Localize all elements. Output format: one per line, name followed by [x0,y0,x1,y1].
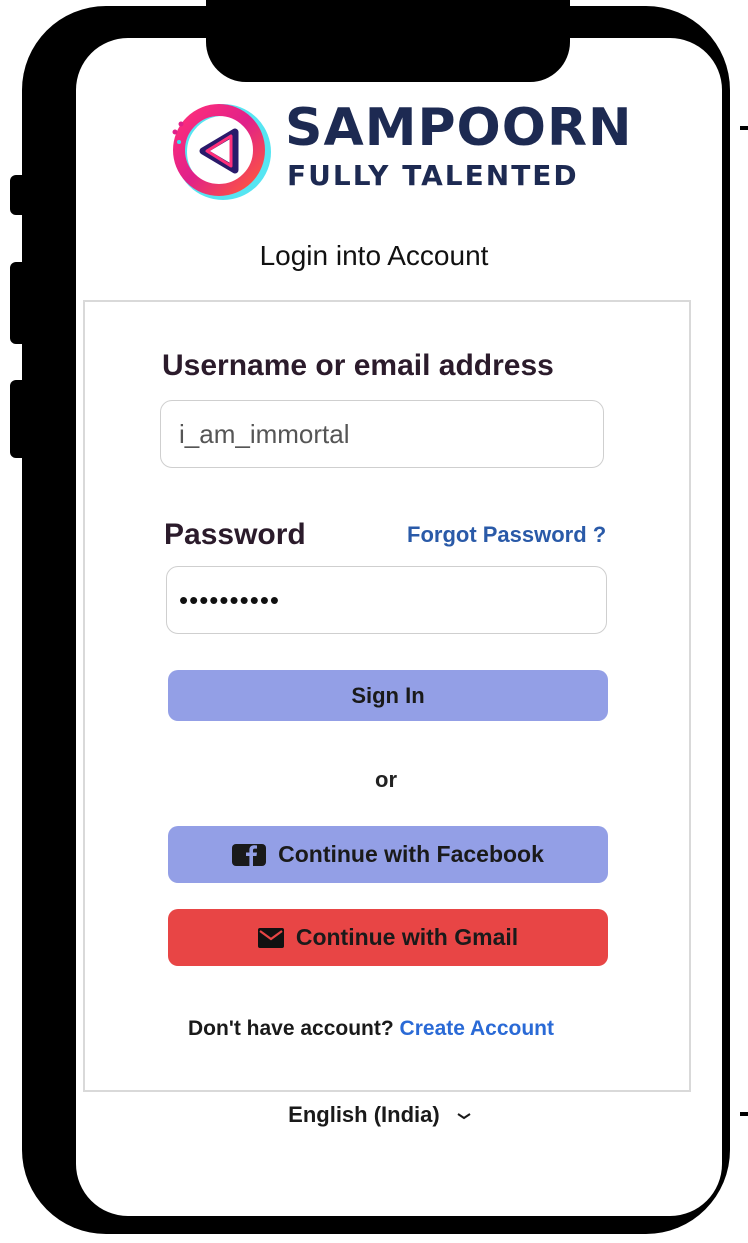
username-label: Username or email address [162,349,554,382]
username-field[interactable]: i_am_immortal [160,400,604,468]
phone-notch [206,0,570,82]
create-account-link[interactable]: Create Account [400,1017,554,1040]
phone-edge-mark [740,126,748,130]
or-divider-text: or [375,767,397,792]
gmail-login-label: Continue with Gmail [295,924,519,950]
language-selector[interactable]: English (India) [0,1100,748,1130]
language-label: English (India) [288,1102,440,1127]
signup-prompt: Don't have account? Create Account [0,1015,742,1043]
username-value: i_am_immortal [179,419,350,449]
play-triangle-logo-icon [172,104,271,200]
sign-in-label: Sign In [351,682,425,708]
password-value: •••••••••• [179,585,281,615]
gmail-login-button[interactable]: Continue with Gmail [168,909,608,966]
password-field[interactable]: •••••••••• [166,566,607,634]
brand-name: SAMPOORN [285,98,633,158]
sign-in-button[interactable]: Sign In [168,670,608,721]
facebook-login-button[interactable]: Continue with Facebook [168,826,608,883]
chevron-down-icon [457,1113,471,1120]
facebook-login-label: Continue with Facebook [278,841,544,867]
envelope-icon [257,927,284,948]
facebook-icon [232,843,267,866]
brand-tagline: FULLY TALENTED [287,159,579,192]
password-label: Password [164,518,306,551]
brand-logo: SAMPOORN FULLY TALENTED [165,96,632,206]
page-title: Login into Account [259,240,489,271]
no-account-text: Don't have account? [188,1017,394,1040]
device-mockup: SAMPOORN FULLY TALENTED Login into Accou… [0,0,748,1243]
forgot-password-link[interactable]: Forgot Password ? [407,520,606,550]
